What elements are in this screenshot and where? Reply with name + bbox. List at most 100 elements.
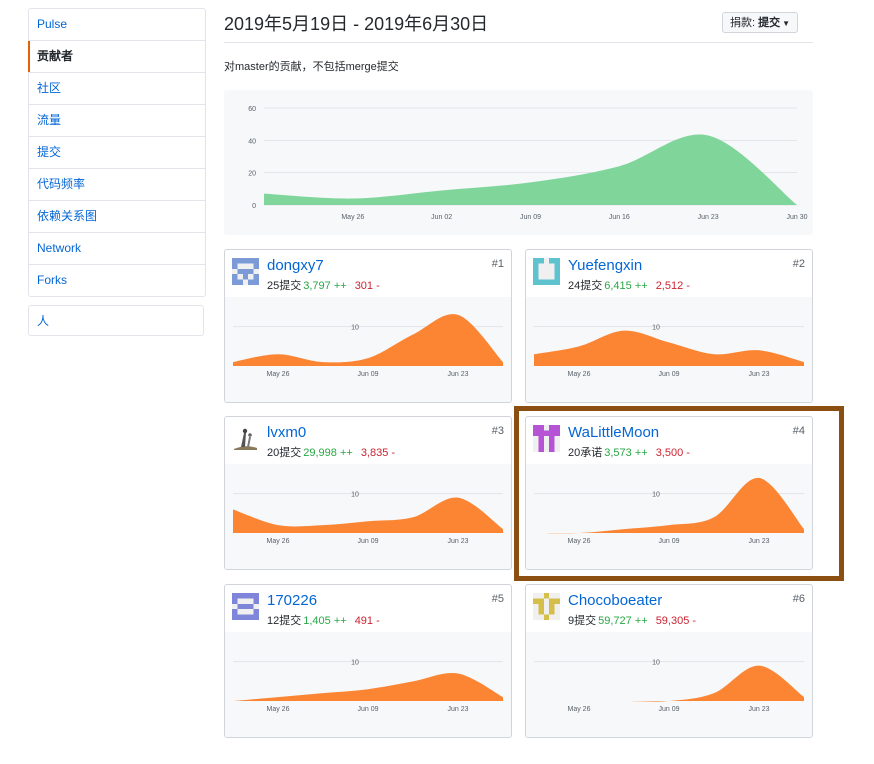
x-tick-label: Jun 09 <box>658 371 679 378</box>
y-tick-label: 10 <box>351 492 359 499</box>
contributor-login-link[interactable]: dongxy7 <box>267 257 324 274</box>
x-tick-label: May 26 <box>568 371 591 378</box>
contributions-type-select[interactable]: 捐款: 提交 ▼ <box>722 12 799 33</box>
x-tick-label: Jun 16 <box>609 214 630 221</box>
x-tick-label: May 26 <box>267 538 290 545</box>
sidebar-item-community[interactable]: 社区 <box>29 72 205 104</box>
contributor-chart-svg: 10 May 26 Jun 09 Jun 23 <box>233 492 503 545</box>
contributor-commits-chart[interactable]: 10 May 26 Jun 09 Jun 23 <box>526 632 812 737</box>
avatar-170226[interactable] <box>232 593 259 620</box>
x-tick-label: Jun 23 <box>447 538 468 545</box>
avatar-dongxy7[interactable] <box>232 258 259 285</box>
x-tick-label: May 26 <box>267 371 290 378</box>
commit-count: 25提交 <box>267 280 302 292</box>
additions-count: 29,998 ++ <box>303 447 353 459</box>
commits-area <box>264 134 797 205</box>
additions-count: 1,405 ++ <box>303 615 347 627</box>
deletions-count: 491 - <box>354 615 380 627</box>
deletions-count: 59,305 - <box>655 615 697 627</box>
x-tick-label: Jun 09 <box>357 538 378 545</box>
contributions-value: 提交 <box>758 17 781 29</box>
sidebar-item-people[interactable]: 人 <box>28 305 204 336</box>
contributor-login-link[interactable]: 170226 <box>267 592 317 609</box>
caret-down-icon: ▼ <box>782 19 791 28</box>
y-tick-label: 20 <box>248 171 256 178</box>
y-tick-label: 60 <box>248 106 256 113</box>
avatar-yuefengxin[interactable] <box>533 258 560 285</box>
additions-count: 6,415 ++ <box>604 280 648 292</box>
contributor-commits-area <box>534 330 804 366</box>
deletions-count: 2,512 - <box>655 280 690 292</box>
deletions-count: 3,835 - <box>360 447 396 459</box>
additions-count: 3,797 ++ <box>303 280 347 292</box>
contributor-card: dongxy7 25提交 3,797 ++ 301 - #1 10 May 26 Jun… <box>224 249 512 403</box>
x-tick-label: Jun 23 <box>748 706 769 713</box>
contributor-commits-chart[interactable]: 10 May 26 Jun 09 Jun 23 <box>225 464 511 569</box>
x-tick-label: May 26 <box>341 214 364 221</box>
sidebar-item-pulse[interactable]: Pulse <box>29 9 205 40</box>
x-tick-label: Jun 09 <box>357 706 378 713</box>
y-tick-label: 10 <box>351 325 359 332</box>
contributor-commits-area <box>233 672 503 701</box>
commit-count: 12提交 <box>267 615 302 627</box>
x-tick-label: May 26 <box>568 706 591 713</box>
contributor-commits-chart[interactable]: 10 May 26 Jun 09 Jun 23 <box>225 297 511 402</box>
commit-count: 24提交 <box>568 280 603 292</box>
contributions-label: 捐款: <box>730 17 756 29</box>
x-tick-label: Jun 23 <box>447 371 468 378</box>
y-tick-label: 0 <box>252 203 256 210</box>
y-tick-label: 40 <box>248 138 256 145</box>
x-tick-label: Jun 09 <box>357 371 378 378</box>
contributor-rank: #3 <box>491 425 504 437</box>
x-tick-label: Jun 30 <box>786 214 807 221</box>
sidebar-nav: Pulse 贡献者 社区 流量 提交 代码频率 依赖关系图 Network Fo… <box>28 8 206 297</box>
avatar-lvxm0[interactable] <box>232 425 259 452</box>
x-tick-label: Jun 23 <box>748 371 769 378</box>
sidebar-item-commits[interactable]: 提交 <box>29 136 205 168</box>
sidebar-item-forks[interactable]: Forks <box>29 264 205 296</box>
contributor-chart-svg: 10 May 26 Jun 09 Jun 23 <box>233 660 503 713</box>
x-tick-label: Jun 09 <box>658 706 679 713</box>
contributor-commits-chart[interactable]: 10 May 26 Jun 09 Jun 23 <box>225 632 511 737</box>
commit-count: 20提交 <box>267 447 302 459</box>
x-tick-label: Jun 23 <box>447 706 468 713</box>
x-tick-label: May 26 <box>267 706 290 713</box>
contributor-chart-svg: 10 May 26 Jun 09 Jun 23 <box>233 314 503 378</box>
contributor-card: 170226 12提交 1,405 ++ 491 - #5 10 May 26 Jun … <box>224 584 512 738</box>
additions-count: 59,727 ++ <box>598 615 648 627</box>
y-tick-label: 10 <box>652 325 660 332</box>
date-range-title: 2019年5月19日 - 2019年6月30日 <box>224 14 489 34</box>
y-tick-label: 10 <box>652 660 660 667</box>
contributor-commits-area <box>233 497 503 533</box>
contributor-chart-svg: 10 May 26 Jun 09 Jun 23 <box>534 660 804 713</box>
contributor-commits-area <box>534 665 804 702</box>
commit-count: 9提交 <box>568 615 597 627</box>
contributor-login-link[interactable]: lvxm0 <box>267 424 306 441</box>
sidebar-item-traffic[interactable]: 流量 <box>29 104 205 136</box>
sidebar-item-code-frequency[interactable]: 代码频率 <box>29 168 205 200</box>
contributions-subtitle: 对master的贡献，不包括merge提交 <box>224 61 399 73</box>
contributor-rank: #2 <box>792 258 805 270</box>
contributor-rank: #5 <box>491 593 504 605</box>
deletions-count: 301 - <box>354 280 380 292</box>
x-tick-label: Jun 02 <box>431 214 452 221</box>
contributor-commits-chart[interactable]: 10 May 26 Jun 09 Jun 23 <box>526 297 812 402</box>
contributor-login-link[interactable]: Chocoboeater <box>568 592 662 609</box>
commits-overview-chart[interactable]: 0 20 40 60 May 26 Jun 02 Jun 09 Jun 16 Jun 23 Jun… <box>224 90 813 235</box>
header-divider <box>224 42 813 43</box>
contributor-login-link[interactable]: Yuefengxin <box>568 257 642 274</box>
sidebar-item-dependency-graph[interactable]: 依赖关系图 <box>29 200 205 232</box>
contributor-card: Yuefengxin 24提交 6,415 ++ 2,512 - #2 10 May … <box>525 249 813 403</box>
contributor-card: lvxm0 20提交 29,998 ++ 3,835 - #3 10 May 26 Ju… <box>224 416 512 570</box>
commits-overview-svg: 0 20 40 60 May 26 Jun 02 Jun 09 Jun 16 Jun 23 Jun… <box>248 106 807 221</box>
x-tick-label: Jun 09 <box>520 214 541 221</box>
highlight-box <box>514 406 844 581</box>
x-tick-label: Jun 23 <box>698 214 719 221</box>
contributor-chart-svg: 10 May 26 Jun 09 Jun 23 <box>534 325 804 378</box>
sidebar-item-network[interactable]: Network <box>29 232 205 264</box>
contributor-rank: #6 <box>792 593 805 605</box>
avatar-chocoboeater[interactable] <box>533 593 560 620</box>
contributor-rank: #1 <box>491 258 504 270</box>
contributor-commits-area <box>233 314 503 366</box>
sidebar-item-contributors[interactable]: 贡献者 <box>28 40 205 72</box>
